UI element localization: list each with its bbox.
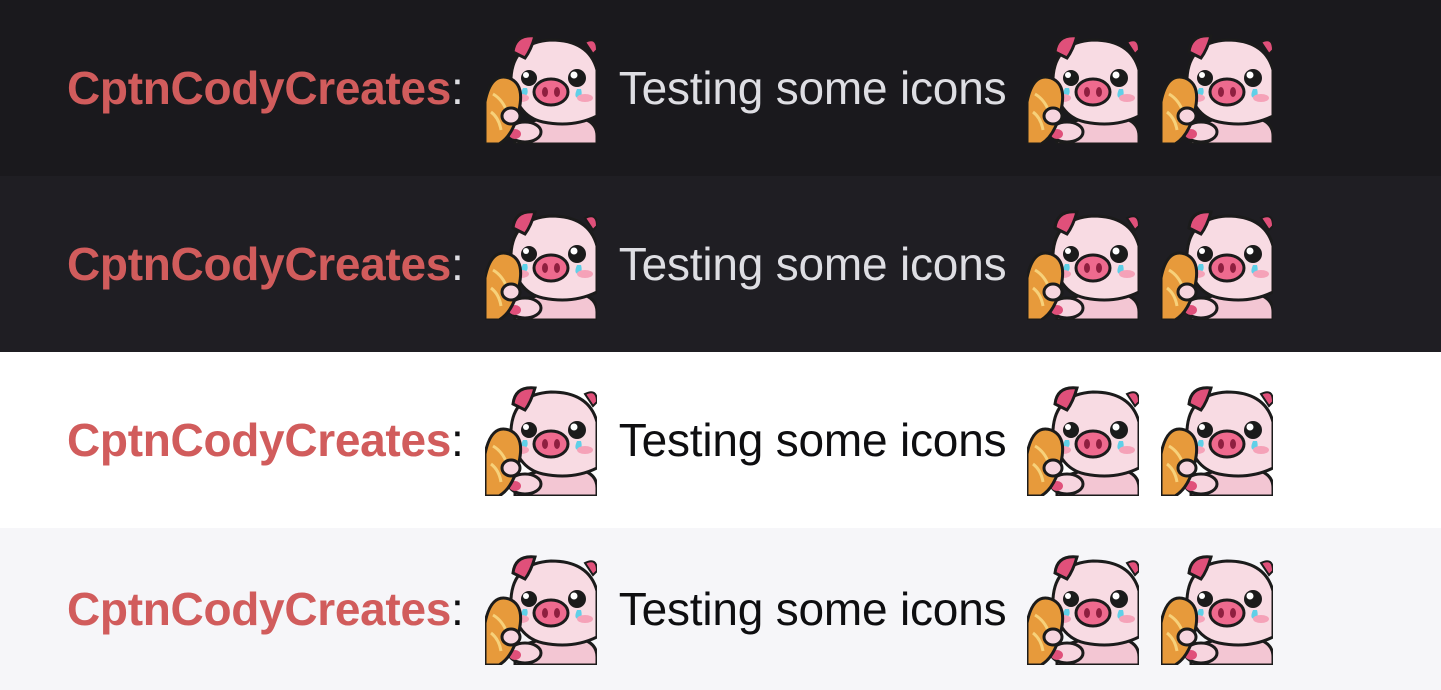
crying-pig-emote-icon bbox=[1161, 208, 1274, 320]
chat-separator: : bbox=[451, 414, 464, 466]
crying-pig-emote-icon bbox=[1027, 32, 1140, 144]
chat-message-text: Testing some icons bbox=[618, 62, 1007, 114]
crying-pig-emote-icon bbox=[1027, 384, 1140, 496]
crying-pig-emote-icon bbox=[484, 32, 597, 144]
chat-preview-list: CptnCodyCreates : Testing some icons Cpt… bbox=[0, 0, 1441, 690]
crying-pig-emote-icon bbox=[1161, 553, 1274, 665]
chat-message-dark-alt: CptnCodyCreates : Testing some icons bbox=[0, 176, 1441, 352]
chat-username[interactable]: CptnCodyCreates bbox=[67, 586, 451, 632]
crying-pig-emote-icon bbox=[1027, 553, 1140, 665]
crying-pig-emote-icon bbox=[484, 553, 597, 665]
crying-pig-emote-icon bbox=[1161, 384, 1274, 496]
chat-separator: : bbox=[451, 238, 464, 290]
chat-message-text: Testing some icons bbox=[618, 238, 1007, 290]
chat-message-text: Testing some icons bbox=[618, 414, 1007, 466]
chat-username[interactable]: CptnCodyCreates bbox=[67, 417, 451, 463]
chat-separator: : bbox=[451, 583, 464, 635]
chat-username[interactable]: CptnCodyCreates bbox=[67, 65, 451, 111]
crying-pig-emote-icon bbox=[484, 384, 597, 496]
chat-message-text: Testing some icons bbox=[618, 583, 1007, 635]
crying-pig-emote-icon bbox=[1027, 208, 1140, 320]
crying-pig-emote-icon bbox=[484, 208, 597, 320]
crying-pig-emote-icon bbox=[1161, 32, 1274, 144]
chat-message-light-alt: CptnCodyCreates : Testing some icons bbox=[0, 528, 1441, 690]
chat-message-dark: CptnCodyCreates : Testing some icons bbox=[0, 0, 1441, 176]
chat-message-light: CptnCodyCreates : Testing some icons bbox=[0, 352, 1441, 528]
chat-username[interactable]: CptnCodyCreates bbox=[67, 241, 451, 287]
chat-separator: : bbox=[451, 62, 464, 114]
